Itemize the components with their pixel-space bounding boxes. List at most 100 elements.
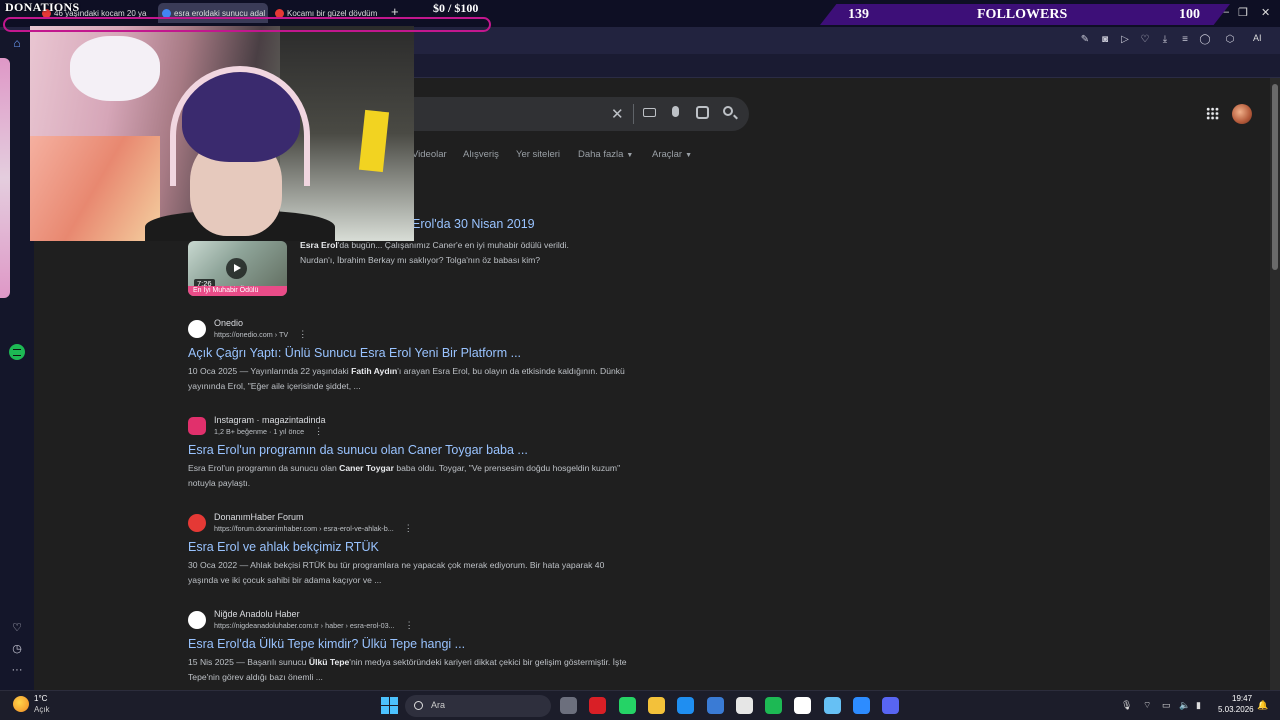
heart-icon[interactable]: ♡ [1139,34,1151,46]
filter-shopping[interactable]: Alışveriş [463,149,499,160]
result-source-row[interactable]: Niğde Anadolu Haber https://nigdeanadolu… [188,609,628,631]
microphone-icon[interactable]: 🎙 [1121,700,1132,711]
video-result-title[interactable]: Erol'da 30 Nisan 2019 [412,217,535,231]
scrollbar-thumb[interactable] [1272,84,1278,270]
download-icon[interactable]: ⤓ [1159,34,1171,46]
result-title[interactable]: Esra Erol ve ahlak bekçimiz RTÜK [188,540,628,554]
display-icon[interactable]: ▭ [1162,700,1171,711]
spotify-app-icon[interactable] [765,697,783,714]
edge-app-icon[interactable] [677,697,695,714]
edit-icon[interactable]: ✎ [1079,34,1091,46]
followers-goal-banner: 139 FOLLOWERS 100 [820,4,1230,25]
weather-icon[interactable] [13,696,29,712]
result-source: Onedio [214,318,244,328]
snippet-text: 'da bugün... Çalışanımız Caner'e en iyi … [300,240,569,265]
filter-videos[interactable]: Videolar [412,149,447,160]
play-icon[interactable]: ▷ [1119,34,1131,46]
taskbar-search[interactable]: Ara [405,695,551,717]
battery-icon[interactable]: ▮ [1196,700,1201,711]
volume-icon[interactable]: 🔈 [1179,700,1190,711]
followers-label: FOLLOWERS [977,7,1068,22]
result-snippet: 15 Nis 2025 — Başarılı sunucu Ülkü Tepe'… [188,655,628,685]
more-options-icon[interactable]: ⋮ [405,620,414,630]
bed-background [30,136,160,241]
zoom-app-icon[interactable] [853,697,870,714]
account-icon[interactable]: ◯ [1199,34,1211,46]
clock-time[interactable]: 19:47 [1232,694,1252,703]
search-icon[interactable] [723,106,733,116]
google-lens-icon[interactable] [696,106,709,119]
donanimhaber-icon [188,514,206,532]
url-text: https://onedio.com › TV [214,330,289,339]
result-source-row[interactable]: Onedio https://onedio.com › TV ⋮ [188,318,628,340]
result-source: Instagram · magazintadinda [214,415,326,425]
more-icon[interactable]: ··· [9,662,25,678]
heart-icon[interactable]: ♡ [9,620,25,636]
snippet-bold: Caner Toygar [339,463,394,473]
result-url: 1,2 B+ beğenme · 1 yıl önce ⋮ [214,426,326,437]
close-icon[interactable]: ✕ [1261,6,1270,19]
result-snippet: 30 Oca 2022 — Ahlak bekçisi RTÜK bu tür … [188,558,628,588]
play-icon[interactable] [226,258,247,279]
notification-icon[interactable]: 🔔 [1257,700,1268,711]
files-app-icon[interactable] [560,697,577,714]
result-title[interactable]: Açık Çağrı Yaptı: Ünlü Sunucu Esra Erol … [188,346,628,360]
account-avatar[interactable] [1232,104,1252,124]
google-apps-icon[interactable] [1206,107,1219,120]
ai-button[interactable]: AI [1253,33,1262,43]
weather-condition: Açık [34,705,50,714]
windows-start-icon[interactable] [381,697,398,714]
donations-amount: $0 / $100 [433,1,479,15]
discord-app-icon[interactable] [882,697,900,714]
chatgpt-app-icon[interactable] [735,697,753,714]
menu-icon[interactable]: ≡ [1179,34,1191,46]
snippet-bold: Fatih Aydın [351,366,398,376]
webcam-overlay [30,26,414,241]
more-options-icon[interactable]: ⋮ [404,523,413,533]
result-title[interactable]: Esra Erol'un programın da sunucu olan Ca… [188,443,628,457]
clear-search-icon[interactable]: ✕ [611,105,624,123]
filter-label: Alışveriş [463,149,499,160]
search-icon [414,701,423,710]
maximize-icon[interactable]: ❐ [1238,6,1248,19]
filter-label: Daha fazla [578,149,624,160]
url-text: https://nigdeanadoluhaber.com.tr › haber… [214,621,395,630]
filter-label: Araçlar [652,149,683,160]
capcut-app-icon[interactable] [794,697,812,714]
search-result: Niğde Anadolu Haber https://nigdeanadolu… [188,609,628,685]
result-snippet: Esra Erol'un programın da sunucu olan Ca… [188,461,628,491]
url-text: 1,2 B+ beğenme · 1 yıl önce [214,427,305,436]
snippet-text: Esra Erol'un programın da sunucu olan [188,463,340,473]
search-result: Onedio https://onedio.com › TV ⋮ Açık Çağ… [188,318,628,394]
followers-current: 139 [848,7,869,22]
filter-tools[interactable]: Araçlar ▼ [652,149,692,160]
steam-app-icon[interactable] [823,697,841,714]
microphone-icon[interactable] [672,106,679,117]
snippet-text: 15 Nis 2025 — Başarılı sunucu [188,657,309,667]
result-snippet: 10 Oca 2025 — Yayınlarında 22 yaşındaki … [188,364,628,394]
result-title[interactable]: Esra Erol'da Ülkü Tepe kimdir? Ülkü Tepe… [188,637,628,651]
result-source-row[interactable]: DonanımHaber Forum https://forum.donanim… [188,512,628,534]
result-source: Niğde Anadolu Haber [214,609,300,619]
history-icon[interactable]: ◷ [9,641,25,657]
wifi-icon[interactable]: ⌔ [1143,700,1151,711]
result-source-row[interactable]: Instagram · magazintadinda 1,2 B+ beğenm… [188,415,628,437]
whatsapp-app-icon[interactable] [618,697,636,714]
search-divider [633,104,634,124]
spotify-icon[interactable] [9,344,25,360]
opera-app-icon[interactable] [589,697,607,714]
keyboard-icon[interactable] [643,108,656,117]
video-thumbnail[interactable]: 7:26 En İyi Muhabir Ödülü [188,241,287,296]
store-app-icon[interactable] [706,697,724,714]
extension-icon[interactable]: ⬡ [1224,34,1236,46]
camera-icon[interactable]: ◙ [1099,34,1111,46]
more-options-icon[interactable]: ⋮ [298,329,307,339]
url-text: https://forum.donanimhaber.com › esra-er… [214,524,394,533]
clock-date[interactable]: 5.03.2026 [1218,705,1254,714]
home-icon[interactable]: ⌂ [9,36,25,50]
explorer-app-icon[interactable] [647,697,665,714]
result-source: DonanımHaber Forum [214,512,304,522]
filter-more[interactable]: Daha fazla ▼ [578,149,633,160]
more-options-icon[interactable]: ⋮ [314,426,323,436]
filter-local[interactable]: Yer siteleri [516,149,560,160]
